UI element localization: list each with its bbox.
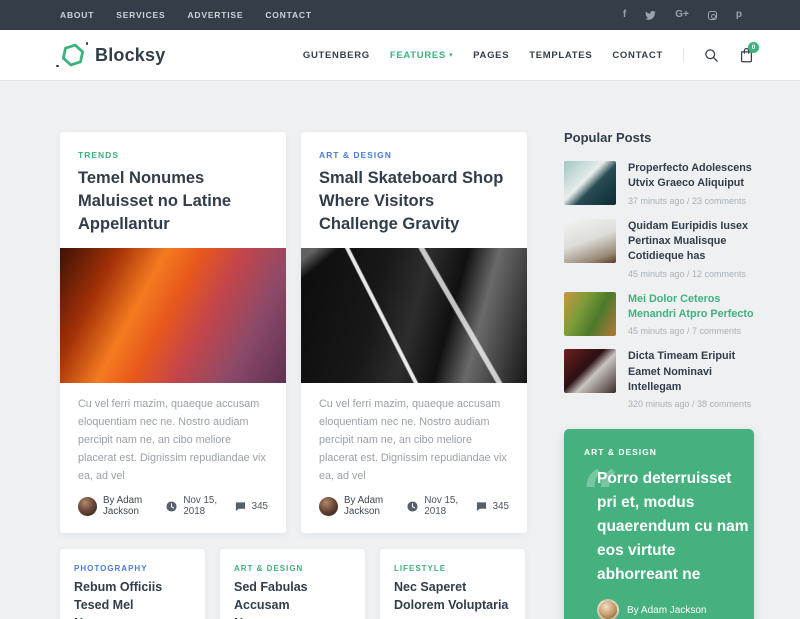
popular-post-meta: 45 minuts ago / 7 comments: [628, 326, 754, 336]
popular-post-title[interactable]: Quidam Euripidis Iusex Pertinax Mualisqu…: [628, 219, 754, 265]
nav-divider: [683, 48, 684, 62]
post-title[interactable]: Rebum Officiis Tesed Mel Nonumes: [74, 579, 191, 619]
quote-post-title[interactable]: Porro deterruisset pri et, modus quaeren…: [584, 467, 749, 587]
popular-post-item: Properfecto Adolescens Utvix Graeco Aliq…: [564, 161, 754, 206]
small-posts-row: PHOTOGRAPHY Rebum Officiis Tesed Mel Non…: [60, 549, 527, 619]
author-link[interactable]: By Adam Jackson: [627, 605, 706, 616]
popular-post-item: Mei Dolor Ceteros Menandri Atpro Perfect…: [564, 292, 754, 337]
category-label[interactable]: LIFESTYLE: [394, 564, 511, 573]
avatar[interactable]: [78, 497, 97, 516]
comments-icon: [235, 501, 246, 512]
post-image[interactable]: [60, 248, 286, 383]
cart-count-badge: 0: [748, 42, 759, 53]
nav-item-gutenberg[interactable]: GUTENBERG: [303, 50, 370, 61]
popular-post-item: Quidam Euripidis Iusex Pertinax Mualisqu…: [564, 219, 754, 279]
topbar-link-contact[interactable]: CONTACT: [265, 10, 312, 20]
category-label[interactable]: ART & DESIGN: [234, 564, 351, 573]
post-card-skateboard: ART & DESIGN Small Skateboard Shop Where…: [301, 132, 527, 533]
nav-item-features[interactable]: FEATURES ▾: [390, 50, 453, 61]
nav-item-pages[interactable]: PAGES: [473, 50, 509, 61]
social-icons: f G+ p: [623, 10, 742, 20]
quote-post-card: ART & DESIGN “ Porro deterruisset pri et…: [564, 429, 754, 619]
topbar-link-services[interactable]: SERVICES: [116, 10, 165, 20]
post-title[interactable]: Nec Saperet Dolorem Voluptaria: [394, 579, 511, 615]
post-title[interactable]: Temel Nonumes Maluisset no Latine Appell…: [78, 167, 268, 235]
featured-row: TRENDS Temel Nonumes Maluisset no Latine…: [60, 132, 527, 533]
site-header: Blocksy GUTENBERG FEATURES ▾ PAGES TEMPL…: [0, 30, 800, 80]
post-title[interactable]: Small Skateboard Shop Where Visitors Cha…: [319, 167, 509, 235]
popular-post-title[interactable]: Properfecto Adolescens Utvix Graeco Aliq…: [628, 161, 754, 192]
posts-column: TRENDS Temel Nonumes Maluisset no Latine…: [60, 132, 527, 619]
clock-icon: [407, 501, 418, 512]
post-image[interactable]: [301, 248, 527, 383]
post-title[interactable]: Sed Fabulas Accusam Numquam: [234, 579, 351, 619]
popular-post-thumbnail[interactable]: [564, 219, 616, 263]
avatar[interactable]: [597, 599, 619, 619]
topbar-link-about[interactable]: ABOUT: [60, 10, 94, 20]
category-label[interactable]: PHOTOGRAPHY: [74, 564, 191, 573]
popular-post-meta: 45 minuts ago / 12 comments: [628, 269, 754, 279]
post-date: Nov 15, 2018: [183, 495, 219, 517]
facebook-icon[interactable]: f: [623, 10, 626, 20]
author-link[interactable]: By Adam Jackson: [344, 495, 392, 517]
search-icon[interactable]: [704, 48, 719, 63]
blocksy-hexagon-icon: [60, 42, 86, 68]
popular-post-thumbnail[interactable]: [564, 161, 616, 205]
comments-icon: [476, 501, 487, 512]
popular-post-thumbnail[interactable]: [564, 349, 616, 393]
topbar-link-advertise[interactable]: ADVERTISE: [187, 10, 243, 20]
popular-post-meta: 320 minuts ago / 38 comments: [628, 399, 754, 409]
avatar[interactable]: [319, 497, 338, 516]
popular-post-thumbnail[interactable]: [564, 292, 616, 336]
category-label[interactable]: ART & DESIGN: [584, 447, 734, 457]
post-card-lifestyle: LIFESTYLE Nec Saperet Dolorem Voluptaria: [380, 549, 525, 619]
pinterest-icon[interactable]: p: [736, 10, 742, 20]
post-card-artdesign: ART & DESIGN Sed Fabulas Accusam Numquam: [220, 549, 365, 619]
category-label[interactable]: TRENDS: [78, 150, 268, 160]
popular-post-meta: 37 minuts ago / 23 comments: [628, 196, 754, 206]
popular-post-item: Dicta Timeam Eripuit Eamet Nominavi Inte…: [564, 349, 754, 409]
comments-count: 345: [252, 501, 268, 512]
post-excerpt: Cu vel ferri mazim, quaeque accusam eloq…: [78, 396, 268, 485]
nav-item-contact[interactable]: CONTACT: [612, 50, 663, 61]
instagram-icon[interactable]: [708, 11, 717, 20]
brand-name: Blocksy: [95, 45, 165, 66]
main-nav: GUTENBERG FEATURES ▾ PAGES TEMPLATES CON…: [303, 47, 754, 63]
twitter-icon[interactable]: [645, 11, 656, 20]
category-label[interactable]: ART & DESIGN: [319, 150, 509, 160]
popular-post-title[interactable]: Mei Dolor Ceteros Menandri Atpro Perfect…: [628, 292, 754, 323]
brand-logo[interactable]: Blocksy: [60, 42, 165, 68]
post-meta: By Adam Jackson Nov 15, 2018 345: [78, 495, 268, 533]
topbar-menu: ABOUT SERVICES ADVERTISE CONTACT: [60, 10, 312, 20]
google-plus-icon[interactable]: G+: [675, 10, 689, 20]
topbar: ABOUT SERVICES ADVERTISE CONTACT f G+ p: [0, 0, 800, 30]
content-area: TRENDS Temel Nonumes Maluisset no Latine…: [60, 132, 754, 619]
sidebar: Popular Posts Properfecto Adolescens Utv…: [564, 132, 754, 619]
post-date: Nov 15, 2018: [424, 495, 460, 517]
nav-item-templates[interactable]: TEMPLATES: [529, 50, 592, 61]
comments-count: 345: [493, 501, 509, 512]
quote-author-row: By Adam Jackson: [597, 599, 734, 619]
chevron-down-icon: ▾: [449, 52, 453, 59]
clock-icon: [166, 501, 177, 512]
post-card-photography: PHOTOGRAPHY Rebum Officiis Tesed Mel Non…: [60, 549, 205, 619]
author-link[interactable]: By Adam Jackson: [103, 495, 151, 517]
popular-posts-heading: Popular Posts: [564, 130, 754, 145]
post-meta: By Adam Jackson Nov 15, 2018 345: [319, 495, 509, 533]
nav-item-features-label: FEATURES: [390, 50, 446, 61]
post-excerpt: Cu vel ferri mazim, quaeque accusam eloq…: [319, 396, 509, 485]
post-card-trends: TRENDS Temel Nonumes Maluisset no Latine…: [60, 132, 286, 533]
cart-icon[interactable]: 0: [739, 47, 754, 63]
popular-post-title[interactable]: Dicta Timeam Eripuit Eamet Nominavi Inte…: [628, 349, 754, 395]
